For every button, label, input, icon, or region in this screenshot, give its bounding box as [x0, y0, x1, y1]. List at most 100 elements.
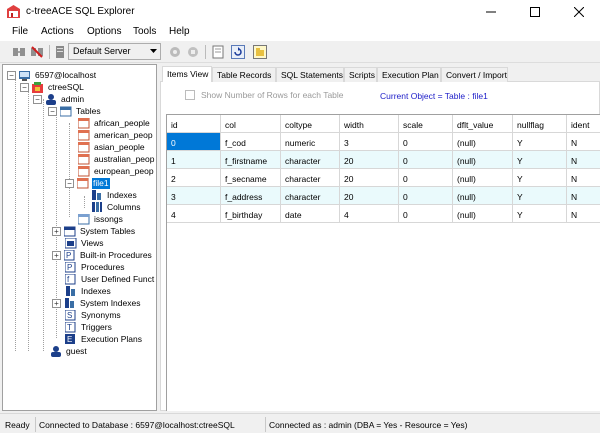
table-row[interactable]: 1 f_firstname character 20 0 (null) Y N: [167, 151, 600, 169]
grid-cell[interactable]: 0: [399, 187, 453, 205]
grid-cell[interactable]: date: [281, 205, 340, 223]
minimize-button[interactable]: [468, 0, 513, 24]
tab-execution-plan[interactable]: Execution Plan: [377, 67, 441, 82]
table-row[interactable]: 2 f_secname character 20 0 (null) Y N: [167, 169, 600, 187]
tree-item-triggers[interactable]: T Triggers: [64, 321, 113, 333]
column-header[interactable]: col: [221, 115, 281, 133]
close-button[interactable]: [556, 0, 600, 24]
grid-cell[interactable]: 0: [399, 205, 453, 223]
grid-cell[interactable]: N: [567, 133, 600, 151]
grid-cell[interactable]: 0: [399, 151, 453, 169]
grid-cell[interactable]: 0: [167, 133, 221, 151]
tab-scripts[interactable]: Scripts: [344, 67, 377, 82]
expand-icon[interactable]: +: [52, 226, 61, 236]
tree-item-table[interactable]: asian_people: [77, 141, 146, 153]
grid-cell[interactable]: 20: [340, 151, 399, 169]
expand-icon[interactable]: +: [52, 298, 61, 308]
column-header[interactable]: scale: [399, 115, 453, 133]
tab-convert-import[interactable]: Convert / Import: [441, 67, 508, 82]
menu-file[interactable]: File: [12, 26, 28, 37]
grid-cell[interactable]: character: [281, 187, 340, 205]
tree-item-table[interactable]: american_peop: [77, 129, 154, 141]
tree-item-database[interactable]: − ctreeSQL: [20, 81, 85, 93]
tree-item-user-defined-functions[interactable]: f User Defined Funct: [64, 273, 155, 285]
grid-cell[interactable]: 20: [340, 187, 399, 205]
tree-item-synonyms[interactable]: S Synonyms: [64, 309, 122, 321]
column-header[interactable]: coltype: [281, 115, 340, 133]
grid-cell[interactable]: 1: [167, 151, 221, 169]
tree-item-table[interactable]: australian_peop: [77, 153, 156, 165]
menu-tools[interactable]: Tools: [133, 26, 156, 37]
menu-options[interactable]: Options: [87, 26, 121, 37]
tree-item-procedures[interactable]: P Procedures: [64, 261, 125, 273]
grid-cell[interactable]: 0: [399, 169, 453, 187]
tree-item-indexes[interactable]: Indexes: [65, 285, 112, 297]
tree-item-columns[interactable]: Columns: [91, 201, 142, 213]
grid-cell[interactable]: (null): [453, 151, 513, 169]
grid-cell[interactable]: Y: [513, 205, 567, 223]
collapse-icon[interactable]: −: [65, 178, 74, 188]
tree-item-table[interactable]: european_peop: [77, 165, 155, 177]
grid-cell[interactable]: numeric: [281, 133, 340, 151]
grid-cell[interactable]: (null): [453, 187, 513, 205]
options-disabled-button[interactable]: [184, 43, 202, 60]
tree-item-guest[interactable]: guest: [38, 345, 88, 357]
collapse-icon[interactable]: −: [20, 82, 29, 92]
expand-icon[interactable]: +: [52, 250, 61, 260]
show-row-count-checkbox[interactable]: Show Number of Rows for each Table: [185, 90, 344, 100]
tree-item-indexes[interactable]: Indexes: [91, 189, 138, 201]
grid-cell[interactable]: 4: [167, 205, 221, 223]
grid-cell[interactable]: 4: [340, 205, 399, 223]
checkbox-box[interactable]: [185, 90, 195, 100]
refresh-disabled-button[interactable]: [166, 43, 184, 60]
grid-cell[interactable]: f_secname: [221, 169, 281, 187]
grid-cell[interactable]: N: [567, 151, 600, 169]
tree-item-system-indexes[interactable]: + System Indexes: [52, 297, 141, 309]
grid-cell[interactable]: 20: [340, 169, 399, 187]
menu-help[interactable]: Help: [169, 26, 190, 37]
table-row[interactable]: 0 f_cod numeric 3 0 (null) Y N: [167, 133, 600, 151]
grid-cell[interactable]: 3: [340, 133, 399, 151]
grid-cell[interactable]: f_birthday: [221, 205, 281, 223]
grid-cell[interactable]: 0: [399, 133, 453, 151]
table-row[interactable]: 3 f_address character 20 0 (null) Y N: [167, 187, 600, 205]
column-header[interactable]: id: [167, 115, 221, 133]
tree-item-table-selected[interactable]: − file1: [65, 177, 110, 189]
grid-cell[interactable]: character: [281, 151, 340, 169]
grid-cell[interactable]: 3: [167, 187, 221, 205]
grid-cell[interactable]: (null): [453, 169, 513, 187]
server-select[interactable]: Default Server: [68, 43, 161, 60]
grid-cell[interactable]: N: [567, 205, 600, 223]
grid-cell[interactable]: f_firstname: [221, 151, 281, 169]
tab-table-records[interactable]: Table Records: [212, 67, 276, 82]
grid-cell[interactable]: Y: [513, 133, 567, 151]
server-properties-button[interactable]: [51, 43, 69, 60]
collapse-icon[interactable]: −: [7, 70, 16, 80]
open-button[interactable]: [251, 43, 269, 60]
grid-cell[interactable]: Y: [513, 169, 567, 187]
grid-cell[interactable]: N: [567, 169, 600, 187]
export-button[interactable]: [209, 43, 227, 60]
tree-item-admin[interactable]: − admin: [33, 93, 85, 105]
grid-cell[interactable]: 2: [167, 169, 221, 187]
tree-item-views[interactable]: Views: [64, 237, 105, 249]
collapse-icon[interactable]: −: [33, 94, 42, 104]
menu-actions[interactable]: Actions: [41, 26, 74, 37]
tree-item-system-tables[interactable]: + System Tables: [52, 225, 136, 237]
disconnect-button[interactable]: [28, 43, 46, 60]
grid-cell[interactable]: f_address: [221, 187, 281, 205]
maximize-button[interactable]: [512, 0, 557, 24]
column-header[interactable]: ident: [567, 115, 600, 133]
tree-item-tables[interactable]: − Tables: [48, 105, 102, 117]
tab-sql-statements[interactable]: SQL Statements: [276, 67, 344, 82]
grid-cell[interactable]: N: [567, 187, 600, 205]
column-header[interactable]: nullflag: [513, 115, 567, 133]
object-tree[interactable]: − 6597@localhost − ctreeSQL − admin − Ta…: [2, 64, 157, 411]
tree-item-builtin-procedures[interactable]: + P Built-in Procedures: [52, 249, 153, 261]
grid-cell[interactable]: character: [281, 169, 340, 187]
collapse-icon[interactable]: −: [48, 106, 57, 116]
columns-grid[interactable]: id col coltype width scale dflt_value nu…: [166, 114, 600, 411]
tree-item-execution-plans[interactable]: E Execution Plans: [65, 333, 143, 345]
grid-cell[interactable]: Y: [513, 187, 567, 205]
column-header[interactable]: dflt_value: [453, 115, 513, 133]
